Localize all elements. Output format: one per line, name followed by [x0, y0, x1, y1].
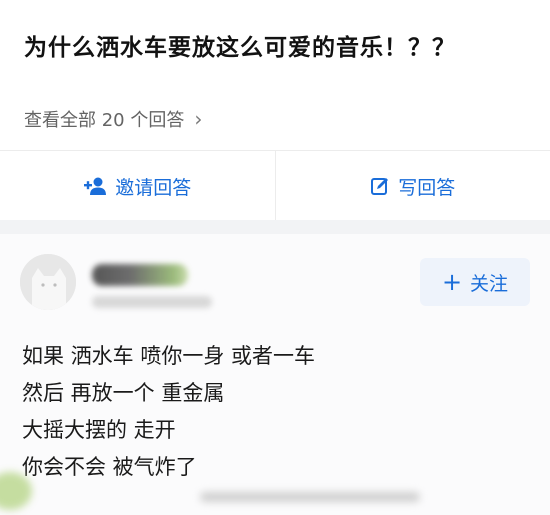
invite-answer-label: 邀请回答: [115, 176, 192, 199]
author-bio-blurred: [92, 296, 212, 308]
view-all-answers-link[interactable]: 查看全部 20 个回答 ›: [24, 106, 202, 132]
author-name-blurred[interactable]: [92, 264, 188, 286]
answer-line: 你会不会 被气炸了: [22, 455, 197, 479]
answer-content[interactable]: 如果 洒水车 喷你一身 或者一车 然后 再放一个 重金属 大摇大摆的 走开 你会…: [22, 338, 315, 486]
section-divider: [0, 220, 550, 234]
invite-answer-button[interactable]: 邀请回答: [0, 151, 275, 221]
action-bar: 邀请回答 写回答: [0, 150, 550, 221]
answer-card: + 关注 如果 洒水车 喷你一身 或者一车 然后 再放一个 重金属 大摇大摆的 …: [0, 234, 550, 515]
write-answer-label: 写回答: [398, 176, 456, 199]
answer-line: 大摇大摆的 走开: [22, 418, 176, 442]
answer-line: 然后 再放一个 重金属: [22, 381, 225, 405]
blurred-content: [200, 492, 420, 502]
answer-line: 如果 洒水车 喷你一身 或者一车: [22, 344, 316, 368]
question-header: 为什么洒水车要放这么可爱的音乐！？？ 查看全部 20 个回答 ›: [0, 0, 550, 150]
follow-label: 关注: [470, 272, 509, 295]
question-title: 为什么洒水车要放这么可爱的音乐！？？: [24, 35, 456, 61]
follow-button[interactable]: + 关注: [420, 258, 530, 306]
add-person-icon: [83, 176, 107, 196]
chevron-right-icon: ›: [194, 107, 203, 131]
view-all-label: 查看全部 20 个回答: [24, 110, 185, 131]
avatar[interactable]: [20, 254, 76, 310]
plus-icon: +: [441, 268, 463, 296]
default-avatar-icon: [20, 254, 76, 310]
write-answer-button[interactable]: 写回答: [274, 151, 550, 221]
edit-icon: [370, 176, 390, 196]
